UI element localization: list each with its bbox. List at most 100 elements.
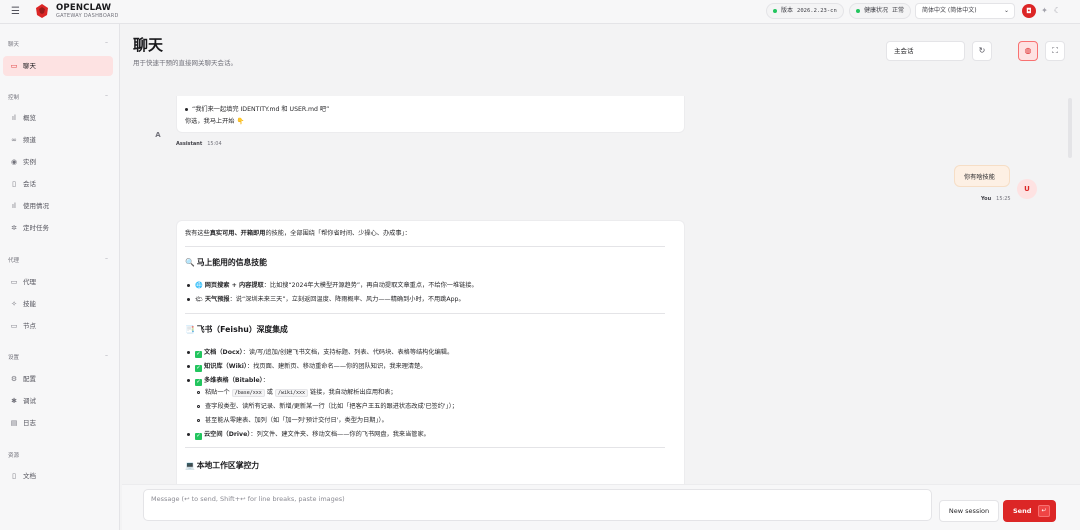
scrollbar-thumb[interactable] bbox=[1068, 98, 1072, 158]
sub-bullet bbox=[197, 419, 200, 422]
user-message-bubble: 你有啥技能 bbox=[954, 165, 1010, 187]
sidebar-item-config[interactable]: ⚙ 配置 bbox=[3, 369, 113, 389]
skill-name: 网页搜索 + 内容提取 bbox=[204, 282, 264, 289]
message-time: 15:04 bbox=[207, 141, 222, 147]
language-select[interactable]: 简体中文 (简体中文) ⌄ bbox=[915, 3, 1015, 19]
new-session-button[interactable]: New session bbox=[939, 500, 999, 522]
weather-emoji-icon: 🌤 bbox=[195, 296, 203, 303]
collapse-icon[interactable]: – bbox=[105, 92, 108, 99]
health-value: 正常 bbox=[892, 7, 905, 14]
skill-desc: ：说“深圳未来三天”，立刻返回温度、降雨概率、风力——精确到小时，不用跳App。 bbox=[229, 296, 465, 303]
sidebar-item-debug[interactable]: ✱ 调试 bbox=[3, 391, 113, 411]
moon-icon[interactable]: ☾ bbox=[1052, 5, 1063, 16]
collapse-icon[interactable]: – bbox=[105, 255, 108, 262]
sidebar-item-docs[interactable]: ▯ 文档 bbox=[3, 466, 113, 486]
monitor-icon: ▭ bbox=[10, 322, 18, 330]
divider bbox=[185, 447, 665, 448]
inline-code: /wiki/xxx bbox=[274, 389, 309, 397]
alert-icon[interactable]: ◘ bbox=[1022, 4, 1036, 18]
sidebar-item-usage[interactable]: ıl 使用情况 bbox=[3, 196, 113, 216]
bullet bbox=[187, 351, 190, 354]
divider bbox=[185, 313, 665, 314]
focus-icon: ⛶ bbox=[1052, 46, 1058, 55]
link-icon: ∞ bbox=[11, 136, 17, 144]
bullet bbox=[187, 379, 190, 382]
sub-text: 链接，我自动解析出应用和表； bbox=[310, 389, 397, 396]
file-text-icon: ▤ bbox=[10, 419, 18, 427]
menu-icon[interactable]: ☰ bbox=[11, 6, 22, 17]
skill-item: ✓ 知识库（Wiki）：找页面、建新页、移动重命名——你的团队知识，我来理清楚。 bbox=[195, 361, 426, 372]
bullet bbox=[187, 365, 190, 368]
sidebar-item-label: 定时任务 bbox=[23, 224, 49, 232]
book-icon: ▯ bbox=[12, 472, 16, 480]
message-text: “我们来一起填完 IDENTITY.md 和 USER.md 吧” bbox=[192, 106, 330, 113]
refresh-icon: ↻ bbox=[978, 46, 986, 55]
sidebar-item-overview[interactable]: ıl 概览 bbox=[3, 108, 113, 128]
send-label: Send bbox=[1013, 507, 1032, 515]
section-resources: 资源 bbox=[8, 453, 20, 459]
refresh-button[interactable]: ↻ bbox=[972, 41, 992, 61]
version-label: 版本 bbox=[781, 7, 794, 14]
skill-item: ✓ 多维表格（Bitable）： bbox=[195, 375, 269, 386]
bug-icon: ✱ bbox=[11, 397, 17, 405]
sidebar-item-cron[interactable]: ✲ 定时任务 bbox=[3, 218, 113, 238]
document-emoji-icon: 📑 bbox=[185, 325, 195, 334]
health-label: 健康状况 bbox=[864, 7, 889, 14]
sidebar-item-nodes[interactable]: ▭ 节点 bbox=[3, 316, 113, 336]
sun-icon[interactable]: ✦ bbox=[1039, 5, 1050, 16]
sidebar-item-label: 会话 bbox=[23, 180, 36, 188]
sub-item: 查字段类型、读所有记录、新增/更新某一行（比如「把客户王五的跟进状态改成'已签约… bbox=[205, 403, 458, 410]
bullet bbox=[187, 284, 190, 287]
sender-name: Assistant bbox=[176, 141, 203, 147]
section-chat: 聊天 bbox=[8, 42, 20, 48]
sidebar-item-label: 使用情况 bbox=[23, 202, 49, 210]
focus-mode-button[interactable]: ⛶ bbox=[1045, 41, 1065, 61]
sidebar-item-label: 节点 bbox=[23, 322, 36, 330]
sidebar-item-label: 文档 bbox=[23, 472, 36, 480]
zap-icon: ✧ bbox=[11, 300, 17, 308]
check-icon: ✓ bbox=[195, 379, 202, 386]
sidebar-item-label: 代理 bbox=[23, 278, 36, 286]
message-line: 你选，我马上开始 bbox=[185, 118, 235, 125]
point-down-emoji-icon: 👇 bbox=[236, 118, 245, 125]
bullet bbox=[185, 108, 188, 111]
top-bar: ☰ OPENCLAW GATEWAY DASHBOARD 版本 2026.2.23… bbox=[0, 0, 1080, 24]
message-text: 你有啥技能 bbox=[964, 174, 995, 181]
skill-item: ✓ 云空间（Drive）：列文件、建文件夹、移动文档——你的飞书网盘，我来当管家。 bbox=[195, 429, 430, 440]
sidebar-item-label: 调试 bbox=[23, 397, 36, 405]
sidebar-item-instances[interactable]: ◉ 实例 bbox=[3, 152, 113, 172]
message-input[interactable] bbox=[143, 489, 932, 521]
skill-name: 天气预报 bbox=[204, 296, 230, 303]
sidebar-item-logs[interactable]: ▤ 日志 bbox=[3, 413, 113, 433]
sidebar-item-label: 聊天 bbox=[23, 62, 36, 70]
sidebar-item-sessions[interactable]: ▯ 会话 bbox=[3, 174, 113, 194]
session-select[interactable]: 主会话 bbox=[886, 41, 965, 61]
skill-desc: ：比如搜“2024年大模型开源趋势”，再自动提取文章重点，不给你一堆链接。 bbox=[263, 282, 478, 289]
sidebar-item-label: 概览 bbox=[23, 114, 36, 122]
sidebar-item-channels[interactable]: ∞ 频道 bbox=[3, 130, 113, 150]
sender-name: You bbox=[981, 196, 992, 202]
check-icon: ✓ bbox=[195, 351, 202, 358]
page-subtitle: 用于快速干预的直接网关聊天会话。 bbox=[133, 59, 237, 67]
collapse-icon[interactable]: – bbox=[105, 39, 108, 46]
check-icon: ✓ bbox=[195, 365, 202, 372]
message-intro: 我有这些真实可用、开箱即用的技能，全部围绕「帮你省时间、少操心、办成事」： bbox=[185, 228, 411, 237]
thinking-toggle-button[interactable]: ◍ bbox=[1018, 41, 1038, 61]
inline-code: /base/xxx bbox=[231, 389, 265, 397]
sub-text: 或 bbox=[266, 389, 273, 396]
sidebar-item-skills[interactable]: ✧ 技能 bbox=[3, 294, 113, 314]
sidebar-item-label: 日志 bbox=[23, 419, 36, 427]
gear-icon: ⚙ bbox=[10, 375, 18, 383]
folder-icon: ▭ bbox=[10, 278, 18, 286]
file-icon: ▯ bbox=[12, 180, 16, 188]
assistant-message-bubble: 我有这些真实可用、开箱即用的技能，全部围绕「帮你省时间、少操心、办成事」： 🔍 马… bbox=[176, 220, 685, 484]
send-button[interactable]: Send ↵ bbox=[1003, 500, 1056, 522]
loader-icon: ✲ bbox=[11, 224, 17, 232]
page-title: 聊天 bbox=[133, 36, 164, 54]
message-meta: Assistant 15:04 bbox=[176, 141, 222, 147]
section-control: 控制 bbox=[8, 95, 20, 101]
sidebar-item-agents[interactable]: ▭ 代理 bbox=[3, 272, 113, 292]
skill-name: 知识库（Wiki） bbox=[204, 363, 248, 370]
sidebar-item-chat[interactable]: ▭ 聊天 bbox=[3, 56, 113, 76]
collapse-icon[interactable]: – bbox=[105, 352, 108, 359]
